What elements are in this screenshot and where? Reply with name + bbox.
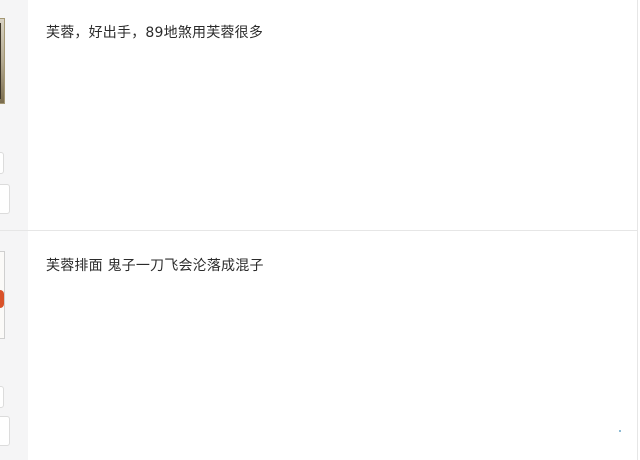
- post-list-page: 芙蓉，好出手，89地煞用芙蓉很多 芙蓉排面 鬼子一刀飞会沦落成混子: [0, 0, 640, 460]
- post-title[interactable]: 芙蓉排面 鬼子一刀飞会沦落成混子: [46, 255, 264, 275]
- post-item[interactable]: 芙蓉排面 鬼子一刀飞会沦落成混子: [0, 231, 637, 460]
- side-action-button[interactable]: [0, 386, 4, 408]
- side-action-button[interactable]: [0, 416, 10, 446]
- side-action-button[interactable]: [0, 184, 10, 214]
- content-right-border: [637, 0, 638, 460]
- post-thumbnail[interactable]: [0, 251, 5, 339]
- corner-marker: [619, 430, 621, 432]
- post-item[interactable]: 芙蓉，好出手，89地煞用芙蓉很多: [0, 0, 637, 231]
- post-title[interactable]: 芙蓉，好出手，89地煞用芙蓉很多: [46, 22, 263, 42]
- post-thumbnail[interactable]: [0, 18, 5, 104]
- side-action-button[interactable]: [0, 152, 4, 174]
